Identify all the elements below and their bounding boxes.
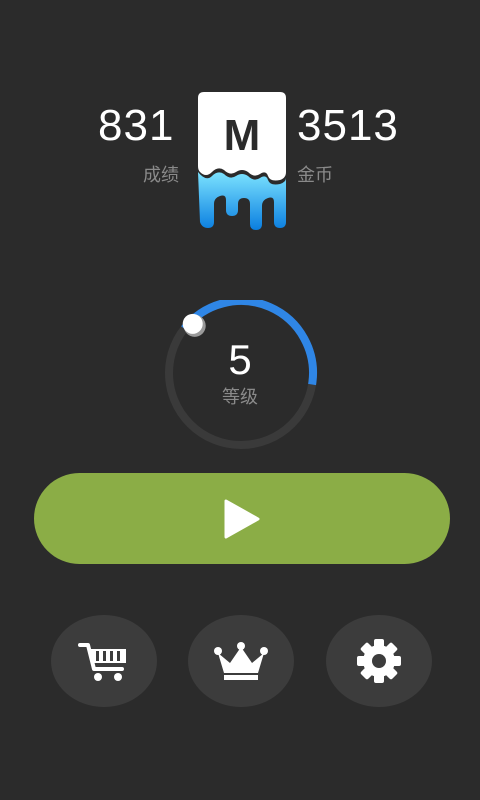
- score-value: 831: [98, 101, 175, 150]
- cart-icon: [78, 643, 126, 681]
- play-button[interactable]: [34, 473, 450, 564]
- settings-button[interactable]: [326, 615, 432, 707]
- level-label: 等级: [222, 387, 258, 407]
- logo-letter: M: [224, 111, 261, 160]
- play-icon: [224, 499, 260, 539]
- level-value: 5: [228, 336, 252, 383]
- gear-icon: [357, 639, 401, 683]
- coins-value: 3513: [297, 101, 399, 150]
- coins-label: 金币: [297, 165, 333, 185]
- score-label: 成绩: [143, 165, 179, 185]
- ring-knob: [182, 313, 206, 337]
- game-logo: M: [198, 92, 286, 230]
- leaderboard-button[interactable]: [188, 615, 294, 707]
- shop-button[interactable]: [51, 615, 157, 707]
- crown-icon: [214, 642, 268, 680]
